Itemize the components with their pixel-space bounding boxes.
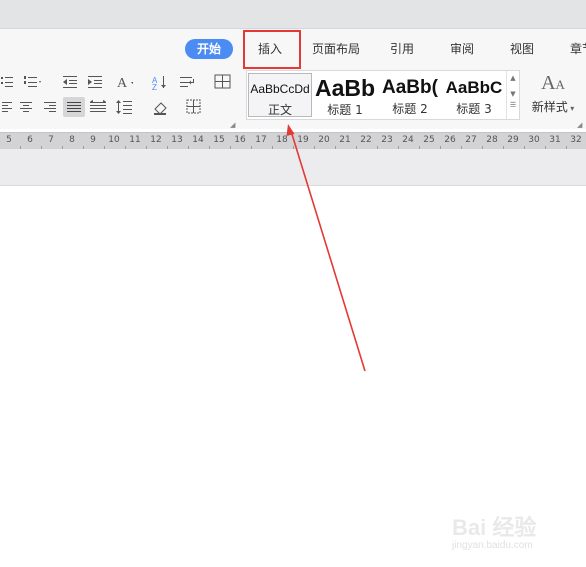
pointer-arrow	[286, 124, 366, 372]
watermark-brand: Bai 经验	[452, 515, 537, 540]
watermark: Bai 经验 jingyan.baidu.com	[452, 510, 572, 558]
watermark-url: jingyan.baidu.com	[452, 540, 533, 551]
